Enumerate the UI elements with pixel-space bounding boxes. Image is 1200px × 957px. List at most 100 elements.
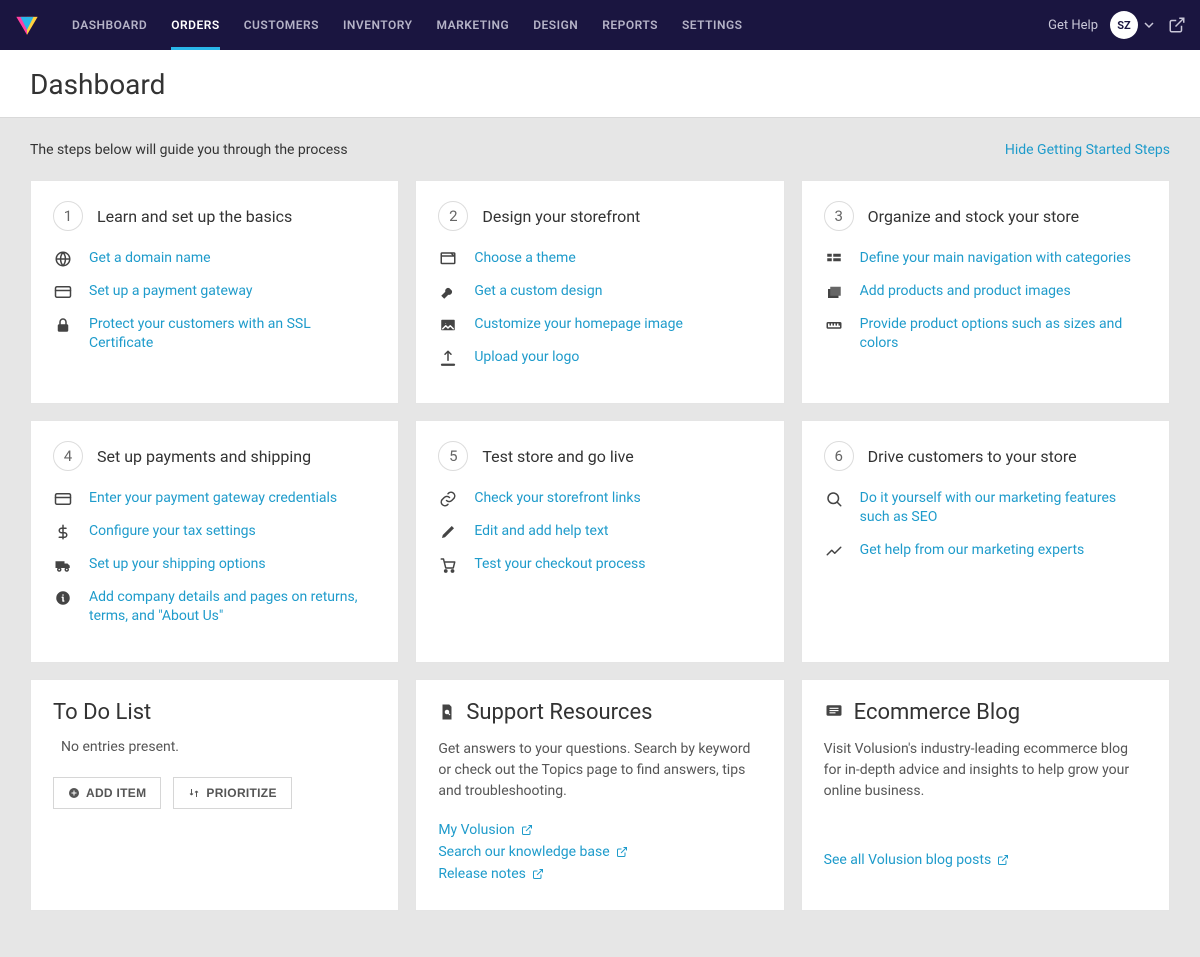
lock-icon <box>53 316 73 334</box>
chat-icon <box>824 703 844 721</box>
step-item-link[interactable]: Define your main navigation with categor… <box>860 249 1131 268</box>
step-item-link[interactable]: Configure your tax settings <box>89 522 256 541</box>
lower-grid: To Do List No entries present. ADD ITEM … <box>30 679 1170 911</box>
step-title: Test store and go live <box>482 447 633 466</box>
step-item-link[interactable]: Do it yourself with our marketing featur… <box>860 489 1147 527</box>
nav-tab-customers[interactable]: CUSTOMERS <box>232 0 331 50</box>
get-help-link[interactable]: Get Help <box>1048 18 1098 33</box>
support-card: Support Resources Get answers to your qu… <box>415 679 784 911</box>
hide-steps-link[interactable]: Hide Getting Started Steps <box>1005 142 1170 158</box>
step-item: Add products and product images <box>824 282 1147 301</box>
support-link[interactable]: Release notes <box>438 866 761 882</box>
step-item: Add company details and pages on returns… <box>53 588 376 626</box>
truck-icon <box>53 556 73 574</box>
avatar[interactable]: SZ <box>1110 11 1138 39</box>
step-item-link[interactable]: Get a custom design <box>474 282 602 301</box>
support-link[interactable]: My Volusion <box>438 822 761 838</box>
step-item-link[interactable]: Enter your payment gateway credentials <box>89 489 337 508</box>
step-item: Choose a theme <box>438 249 761 268</box>
step-item: Get a custom design <box>438 282 761 301</box>
step-item-link[interactable]: Get a domain name <box>89 249 211 268</box>
prioritize-label: PRIORITIZE <box>206 786 276 800</box>
nav-tab-marketing[interactable]: MARKETING <box>424 0 521 50</box>
step-number: 2 <box>438 201 468 231</box>
step-item-link[interactable]: Add products and product images <box>860 282 1071 301</box>
todo-card: To Do List No entries present. ADD ITEM … <box>30 679 399 911</box>
step-item-link[interactable]: Add company details and pages on returns… <box>89 588 376 626</box>
wrench-icon <box>438 283 458 301</box>
nav-tab-orders[interactable]: ORDERS <box>159 0 231 50</box>
add-item-label: ADD ITEM <box>86 786 146 800</box>
blog-link[interactable]: See all Volusion blog posts <box>824 852 1010 868</box>
step-item: Set up your shipping options <box>53 555 376 574</box>
support-title: Support Resources <box>466 700 652 725</box>
step-item: Configure your tax settings <box>53 522 376 541</box>
step-title: Design your storefront <box>482 207 640 226</box>
step-title: Drive customers to your store <box>868 447 1077 466</box>
plus-circle-icon <box>68 787 80 799</box>
step-item: Do it yourself with our marketing featur… <box>824 489 1147 527</box>
step-item-link[interactable]: Test your checkout process <box>474 555 645 574</box>
top-nav: DASHBOARDORDERSCUSTOMERSINVENTORYMARKETI… <box>0 0 1200 50</box>
nav-tab-inventory[interactable]: INVENTORY <box>331 0 425 50</box>
todo-title: To Do List <box>53 700 376 725</box>
intro-bar: The steps below will guide you through t… <box>30 142 1170 158</box>
image-icon <box>438 316 458 334</box>
step-item-link[interactable]: Set up your shipping options <box>89 555 266 574</box>
steps-grid: 1Learn and set up the basicsGet a domain… <box>30 180 1170 663</box>
info-icon <box>53 589 73 607</box>
step-item-link[interactable]: Customize your homepage image <box>474 315 683 334</box>
step-number: 6 <box>824 441 854 471</box>
open-external-icon[interactable] <box>1168 16 1186 34</box>
step-card-2: 2 Design your storefront Choose a theme Get… <box>415 180 784 404</box>
search-icon <box>824 490 844 508</box>
step-item-link[interactable]: Provide product options such as sizes an… <box>860 315 1147 353</box>
pencil-icon <box>438 523 458 541</box>
card-icon <box>53 490 73 508</box>
prioritize-button[interactable]: PRIORITIZE <box>173 777 291 809</box>
step-item: Check your storefront links <box>438 489 761 508</box>
step-item-link[interactable]: Choose a theme <box>474 249 575 268</box>
step-card-6: 6 Drive customers to your store Do it your… <box>801 420 1170 663</box>
step-card-5: 5 Test store and go live Check your storef… <box>415 420 784 663</box>
step-number: 4 <box>53 441 83 471</box>
support-desc: Get answers to your questions. Search by… <box>438 739 761 802</box>
step-item-link[interactable]: Get help from our marketing experts <box>860 541 1085 560</box>
step-item-link[interactable]: Edit and add help text <box>474 522 608 541</box>
step-item-link[interactable]: Check your storefront links <box>474 489 640 508</box>
blog-title: Ecommerce Blog <box>854 700 1020 725</box>
card-icon <box>53 283 73 301</box>
title-bar: Dashboard <box>0 50 1200 118</box>
trend-icon <box>824 542 844 560</box>
theme-icon <box>438 250 458 268</box>
support-link[interactable]: Search our knowledge base <box>438 844 761 860</box>
step-item-link[interactable]: Protect your customers with an SSL Certi… <box>89 315 376 353</box>
upload-icon <box>438 349 458 367</box>
logo-icon <box>14 12 40 38</box>
step-item-link[interactable]: Set up a payment gateway <box>89 282 253 301</box>
intro-text: The steps below will guide you through t… <box>30 142 348 158</box>
cart-icon <box>438 556 458 574</box>
nav-tab-design[interactable]: DESIGN <box>521 0 590 50</box>
support-links: My Volusion Search our knowledge base Re… <box>438 822 761 888</box>
step-title: Organize and stock your store <box>868 207 1079 226</box>
step-card-1: 1Learn and set up the basicsGet a domain… <box>30 180 399 404</box>
step-number: 5 <box>438 441 468 471</box>
step-item: Enter your payment gateway credentials <box>53 489 376 508</box>
step-item: Upload your logo <box>438 348 761 367</box>
chevron-down-icon[interactable] <box>1144 20 1154 30</box>
nav-tab-reports[interactable]: REPORTS <box>590 0 670 50</box>
step-item: Get help from our marketing experts <box>824 541 1147 560</box>
blog-card: Ecommerce Blog Visit Volusion's industry… <box>801 679 1170 911</box>
step-item: Define your main navigation with categor… <box>824 249 1147 268</box>
document-search-icon <box>438 702 456 722</box>
step-item-link[interactable]: Upload your logo <box>474 348 579 367</box>
nav-tab-dashboard[interactable]: DASHBOARD <box>60 0 159 50</box>
grid-icon <box>824 250 844 268</box>
nav-tab-settings[interactable]: SETTINGS <box>670 0 755 50</box>
step-item: Test your checkout process <box>438 555 761 574</box>
todo-empty-text: No entries present. <box>61 739 376 755</box>
add-item-button[interactable]: ADD ITEM <box>53 777 161 809</box>
step-item: Provide product options such as sizes an… <box>824 315 1147 353</box>
step-item: Set up a payment gateway <box>53 282 376 301</box>
